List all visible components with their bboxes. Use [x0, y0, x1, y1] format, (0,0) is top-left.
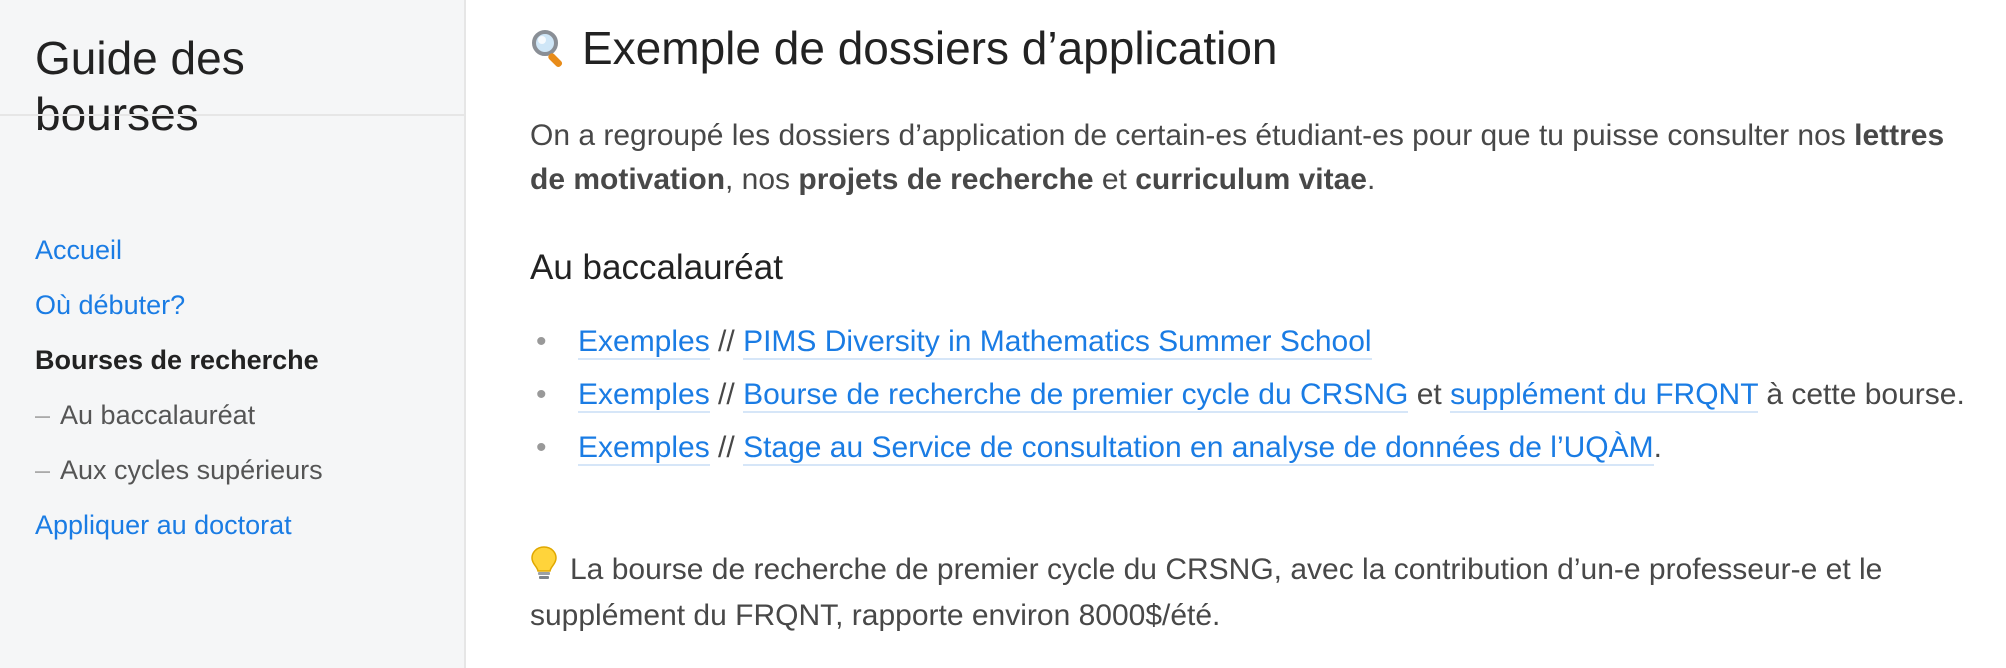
sidebar-divider [0, 114, 464, 116]
list-item: • Exemples // Stage au Service de consult… [530, 426, 1970, 470]
pims-link[interactable]: PIMS Diversity in Mathematics Summer Sch… [743, 325, 1372, 360]
examples-link[interactable]: Exemples [578, 325, 710, 360]
tip-text: La bourse de recherche de premier cycle … [530, 553, 1883, 632]
intro-text: et [1093, 163, 1136, 196]
examples-link[interactable]: Exemples [578, 378, 710, 413]
nav-item-accueil: Accueil [35, 228, 323, 283]
nav-item-appliquer-au-doctorat: Appliquer au doctorat [35, 503, 323, 558]
nav-dash: – [35, 400, 51, 430]
sidebar-nav: Accueil Où débuter? Bourses de recherche… [35, 228, 323, 558]
search-icon [530, 24, 574, 80]
nav-link-au-baccalaureat[interactable]: Au baccalauréat [60, 400, 255, 430]
page-title-text: Exemple de dossiers d’application [582, 22, 1278, 74]
intro-bold-cv: curriculum vitae [1135, 163, 1367, 196]
nav-dash: – [35, 455, 51, 485]
intro-text: On a regroupé les dossiers d’application… [530, 119, 1855, 152]
separator: // [709, 378, 744, 411]
intro-bold-projets: projets de recherche [798, 163, 1094, 196]
intro-text: . [1366, 163, 1376, 196]
tail-text: . [1653, 431, 1662, 464]
bullet: • [536, 325, 547, 358]
separator: // [709, 431, 744, 464]
crsng-link[interactable]: Bourse de recherche de premier cycle du … [743, 378, 1409, 413]
examples-link[interactable]: Exemples [578, 431, 710, 466]
uqam-link[interactable]: Stage au Service de consultation en anal… [743, 431, 1654, 466]
page-title: Exemple de dossiers d’application [530, 20, 1278, 80]
intro-paragraph: On a regroupé les dossiers d’application… [530, 114, 1970, 202]
nav-item-ou-debuter: Où débuter? [35, 283, 323, 338]
section-heading-au-baccalaureat: Au baccalauréat [530, 248, 783, 287]
connector-text: et [1408, 378, 1451, 411]
nav-item-bourses-de-recherche: Bourses de recherche [35, 338, 323, 393]
nav-subitem-aux-cycles-superieurs: – Aux cycles supérieurs [35, 448, 323, 503]
nav-link-appliquer-au-doctorat[interactable]: Appliquer au doctorat [35, 510, 292, 540]
intro-text: , nos [725, 163, 799, 196]
nav-link-ou-debuter[interactable]: Où débuter? [35, 290, 185, 320]
frqnt-link[interactable]: supplément du FRQNT [1450, 378, 1758, 413]
separator: // [709, 325, 744, 358]
bullet: • [536, 431, 547, 464]
sidebar: Guide des bourses Accueil Où débuter? Bo… [0, 0, 466, 668]
nav-subitem-au-baccalaureat: – Au baccalauréat [35, 393, 323, 448]
page-layout: Guide des bourses Accueil Où débuter? Bo… [0, 0, 2006, 668]
bullet: • [536, 378, 547, 411]
examples-list: • Exemples // PIMS Diversity in Mathemati… [530, 320, 1970, 479]
lightbulb-icon [530, 545, 560, 594]
nav-link-aux-cycles-superieurs[interactable]: Aux cycles supérieurs [60, 455, 323, 485]
tail-text: à cette bourse. [1757, 378, 1965, 411]
site-title[interactable]: Guide des bourses [35, 30, 335, 142]
nav-link-accueil[interactable]: Accueil [35, 235, 122, 265]
tip-paragraph: La bourse de recherche de premier cycle … [530, 545, 1970, 638]
list-item: • Exemples // Bourse de recherche de prem… [530, 373, 1970, 417]
nav-current-bourses-de-recherche[interactable]: Bourses de recherche [35, 345, 319, 375]
list-item: • Exemples // PIMS Diversity in Mathemati… [530, 320, 1970, 364]
